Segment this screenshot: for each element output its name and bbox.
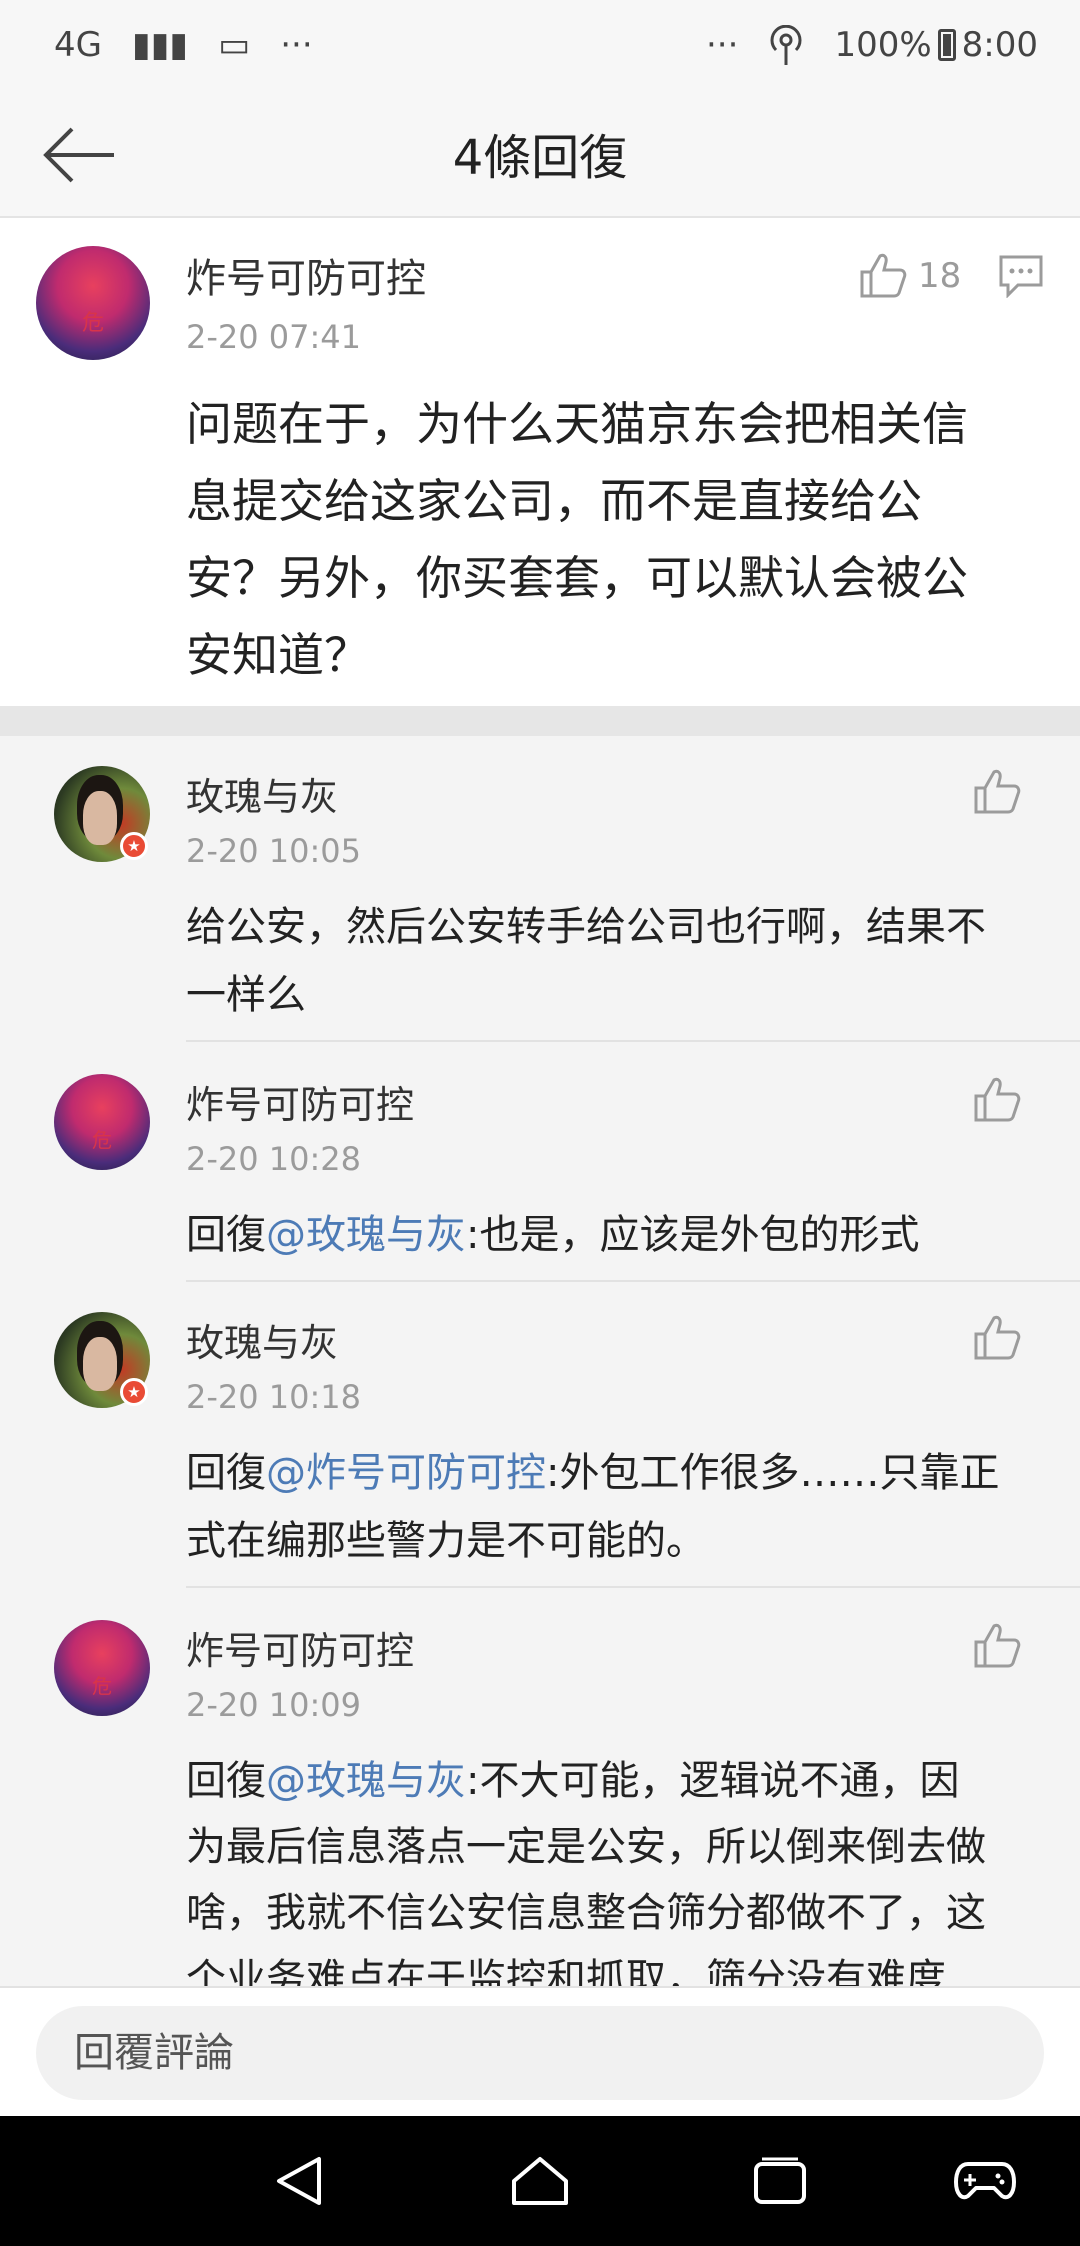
reply-time: 2-20 10:28 — [186, 1140, 362, 1178]
reply-input[interactable]: 回覆評論 — [36, 2006, 1044, 2100]
avatar-mark: 危 — [92, 1673, 112, 1698]
verified-badge: ★ — [120, 1378, 148, 1406]
back-arrow-icon — [43, 127, 114, 183]
reply-prefix: 回復 — [186, 1450, 266, 1496]
nav-home-button[interactable] — [505, 2146, 575, 2216]
reply-list: ★ 玫瑰与灰 2-20 10:05 给公安，然后公安转手给公司也行啊，结果不 一… — [0, 736, 1080, 1986]
reply-line: 回復@玫瑰与灰:不大可能，逻辑说不通，因 — [186, 1748, 959, 1806]
reply-line: 回復@玫瑰与灰:也是，应该是外包的形式 — [186, 1202, 919, 1260]
like-count: 18 — [918, 256, 962, 296]
reply-line: 为最后信息落点一定是公安，所以倒来倒去做 — [186, 1824, 986, 1870]
mention-link[interactable]: @炸号可防可控 — [266, 1450, 546, 1496]
reply-prefix: 回復 — [186, 1212, 266, 1258]
reply-author[interactable]: 玫瑰与灰 — [186, 1312, 338, 1367]
battery-percentage: 100% — [834, 25, 932, 65]
comment-line: 安知道？ — [186, 628, 370, 682]
back-triangle-icon — [277, 2157, 321, 2205]
main-comment: 危 炸号可防可控 2-20 07:41 18 问题在于，为什么天猫京东会把相关信… — [0, 218, 1080, 706]
navigation-bar — [0, 2116, 1080, 2246]
more-notifications-icon: ··· — [280, 25, 313, 65]
nav-back-button[interactable] — [264, 2146, 334, 2216]
reply-line: 回復@炸号可防可控:外包工作很多……只靠正 — [186, 1440, 999, 1498]
reply-line: 个业务难点在于监控和抓取，筛分没有难度 — [186, 1956, 946, 1986]
nav-game-button[interactable] — [950, 2146, 1020, 2216]
reply-text: :也是，应该是外包的形式 — [466, 1212, 920, 1258]
like-icon[interactable] — [972, 1312, 1022, 1362]
like-icon[interactable] — [858, 250, 908, 300]
reply-line: 啥，我就不信公安信息整合筛分都做不了，这 — [186, 1890, 986, 1936]
home-icon — [512, 2157, 568, 2205]
avatar-mark: 危 — [81, 311, 104, 337]
hotspot-icon — [770, 25, 802, 65]
comment-time: 2-20 07:41 — [186, 318, 362, 356]
reply-time: 2-20 10:09 — [186, 1686, 362, 1724]
avatar[interactable]: 危 — [54, 1074, 150, 1170]
reply-text: :不大可能，逻辑说不通，因 — [466, 1758, 960, 1804]
recents-icon — [754, 2157, 806, 2204]
more-status-icon: ··· — [706, 25, 739, 65]
status-left: 4G ▮▮▮ ▭ ··· — [54, 25, 313, 65]
reply-text: :外包工作很多……只靠正 — [546, 1450, 1000, 1496]
like-icon[interactable] — [972, 1620, 1022, 1670]
reply-bar: 回覆評論 — [0, 1986, 1080, 2116]
reply-line: 给公安，然后公安转手给公司也行啊，结果不 — [186, 904, 986, 950]
reply-author[interactable]: 玫瑰与灰 — [186, 766, 338, 821]
signal-icon: ▮▮▮ — [131, 25, 189, 65]
gallery-icon: ▭ — [218, 25, 251, 65]
avatar-mark: 危 — [92, 1127, 112, 1152]
mention-link[interactable]: @玫瑰与灰 — [266, 1758, 466, 1804]
battery-icon — [937, 29, 956, 61]
reply-prefix: 回復 — [186, 1758, 266, 1804]
status-bar: 4G ▮▮▮ ▭ ··· ··· 100% 8:00 — [0, 0, 1080, 90]
nav-recents-button[interactable] — [745, 2146, 815, 2216]
reply-divider — [186, 1280, 1080, 1282]
section-divider — [0, 706, 1080, 736]
avatar[interactable]: 危 — [36, 246, 150, 360]
app-header: 4條回復 — [0, 90, 1080, 218]
reply-divider — [186, 1040, 1080, 1042]
comment-author[interactable]: 炸号可防可控 — [186, 246, 426, 304]
avatar[interactable]: 危 — [54, 1620, 150, 1716]
page-title: 4條回復 — [452, 130, 628, 186]
comment-line: 息提交给这家公司，而不是直接给公 — [186, 474, 922, 528]
network-indicator: 4G — [54, 25, 102, 65]
clock: 8:00 — [961, 25, 1038, 65]
like-icon[interactable] — [972, 1074, 1022, 1124]
back-button[interactable] — [40, 120, 120, 190]
reply-line: 式在编那些警力是不可能的。 — [186, 1518, 706, 1564]
mention-link[interactable]: @玫瑰与灰 — [266, 1212, 466, 1258]
reply-divider — [186, 1586, 1080, 1588]
status-right: ··· 100% 8:00 — [706, 25, 1038, 65]
verified-badge: ★ — [120, 832, 148, 860]
like-icon[interactable] — [972, 766, 1022, 816]
reply-line: 一样么 — [186, 972, 306, 1018]
comment-line: 问题在于，为什么天猫京东会把相关信 — [186, 397, 968, 451]
reply-author[interactable]: 炸号可防可控 — [186, 1620, 414, 1675]
reply-time: 2-20 10:18 — [186, 1378, 362, 1416]
reply-author[interactable]: 炸号可防可控 — [186, 1074, 414, 1129]
reply-time: 2-20 10:05 — [186, 832, 362, 870]
comment-line: 安？另外，你买套套，可以默认会被公 — [186, 551, 968, 605]
comment-icon[interactable] — [998, 254, 1044, 298]
gamepad-icon — [954, 2162, 1016, 2200]
